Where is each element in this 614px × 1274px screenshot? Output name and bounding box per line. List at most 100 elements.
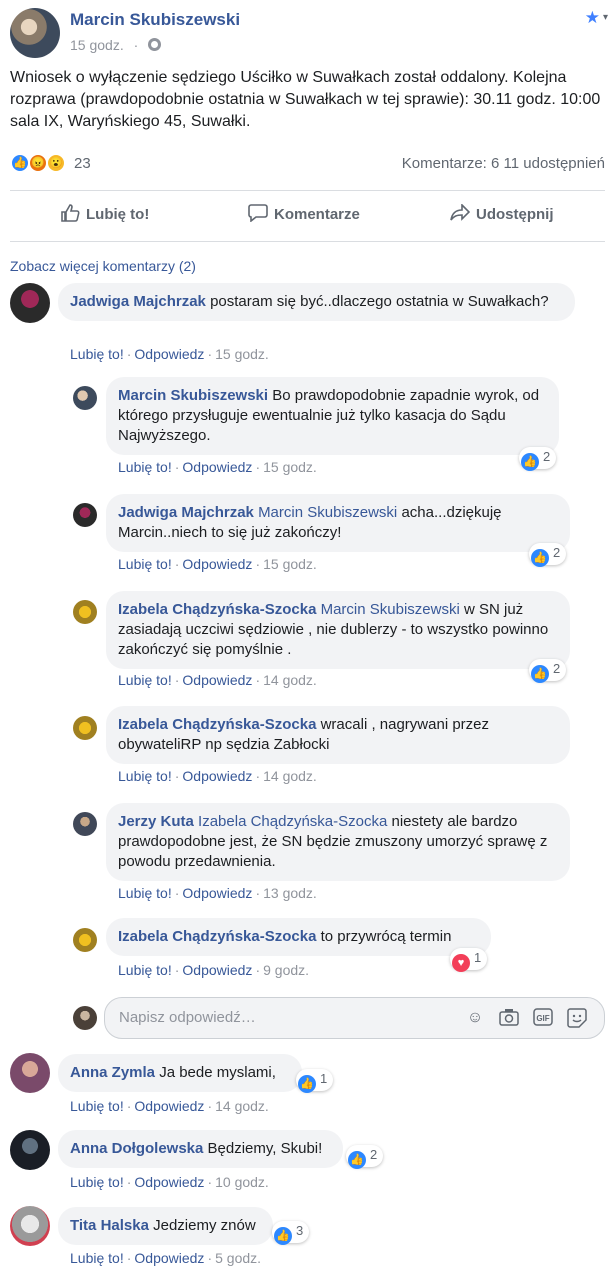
emoji-icon[interactable]: ☺ bbox=[465, 1008, 485, 1028]
reaction-badge[interactable]: 👍 2 bbox=[529, 543, 567, 567]
reply-placeholder: Napisz odpowiedź… bbox=[119, 1009, 256, 1026]
comment-author[interactable]: Anna Zymla bbox=[70, 1064, 155, 1081]
comment-time[interactable]: 9 godz. bbox=[263, 962, 309, 978]
star-icon[interactable]: ★ bbox=[585, 8, 600, 28]
chevron-down-icon[interactable]: ▾ bbox=[603, 12, 608, 23]
comment-time[interactable]: 15 godz. bbox=[215, 346, 269, 362]
separator-dot: · bbox=[255, 885, 261, 901]
comment-actions: Lubię to! · Odpowiedz · 5 godz. bbox=[70, 1250, 261, 1266]
comment-reply-link[interactable]: Odpowiedz bbox=[134, 346, 204, 362]
comment-author[interactable]: Jadwiga Majchrzak bbox=[118, 504, 254, 521]
separator-dot: · bbox=[255, 962, 261, 978]
post-body: Wniosek o wyłączenie sędziego Uściłko w … bbox=[10, 69, 601, 130]
comment-like-link[interactable]: Lubię to! bbox=[70, 1250, 124, 1266]
reaction-count[interactable]: 23 bbox=[74, 155, 91, 172]
avatar[interactable] bbox=[10, 283, 50, 323]
comment-reply-link[interactable]: Odpowiedz bbox=[134, 1174, 204, 1190]
comment-reply-link[interactable]: Odpowiedz bbox=[134, 1250, 204, 1266]
comment-time[interactable]: 15 godz. bbox=[263, 459, 317, 475]
comment-time[interactable]: 5 godz. bbox=[215, 1250, 261, 1266]
comment-actions: Lubię to! · Odpowiedz · 15 godz. bbox=[70, 346, 269, 362]
comment-time[interactable]: 10 godz. bbox=[215, 1174, 269, 1190]
post-time-text[interactable]: 15 godz. bbox=[70, 37, 124, 53]
sticker-icon[interactable] bbox=[567, 1008, 587, 1028]
avatar[interactable] bbox=[73, 386, 97, 410]
comment-reply-link[interactable]: Odpowiedz bbox=[182, 672, 252, 688]
comment-like-link[interactable]: Lubię to! bbox=[118, 885, 172, 901]
comment-time[interactable]: 14 godz. bbox=[263, 768, 317, 784]
avatar[interactable] bbox=[73, 812, 97, 836]
share-button[interactable]: Udostępnij bbox=[450, 204, 554, 223]
like-button[interactable]: Lubię to! bbox=[60, 204, 149, 223]
comment-bubble: Izabela Chądzyńska-Szocka wracali , nagr… bbox=[106, 706, 570, 764]
comment-mention[interactable]: Izabela Chądzyńska-Szocka bbox=[198, 813, 387, 830]
separator-dot: · bbox=[255, 768, 261, 784]
comment-reply-link[interactable]: Odpowiedz bbox=[182, 556, 252, 572]
comment-like-link[interactable]: Lubię to! bbox=[70, 1174, 124, 1190]
reaction-badge[interactable]: 👍 2 bbox=[519, 447, 557, 471]
separator-dot: · bbox=[126, 346, 132, 362]
like-reaction-icon: 👍 bbox=[348, 1151, 366, 1169]
comment-time[interactable]: 15 godz. bbox=[263, 556, 317, 572]
reply-input[interactable]: Napisz odpowiedź… ☺ GIF bbox=[104, 997, 605, 1039]
camera-icon[interactable] bbox=[499, 1008, 519, 1028]
comment-time[interactable]: 14 godz. bbox=[263, 672, 317, 688]
comment-reply-link[interactable]: Odpowiedz bbox=[182, 962, 252, 978]
comment-mention[interactable]: Marcin Skubiszewski bbox=[321, 601, 460, 618]
post-action-bar: Lubię to! Komentarze Udostępnij bbox=[10, 190, 605, 242]
avatar[interactable] bbox=[10, 1206, 50, 1246]
comment-like-link[interactable]: Lubię to! bbox=[118, 459, 172, 475]
reaction-badge[interactable]: 👍 2 bbox=[529, 659, 567, 683]
comment-time[interactable]: 14 godz. bbox=[215, 1098, 269, 1114]
comment-like-link[interactable]: Lubię to! bbox=[118, 768, 172, 784]
separator-dot: · bbox=[255, 459, 261, 475]
comment-reply-link[interactable]: Odpowiedz bbox=[182, 459, 252, 475]
comment-like-link[interactable]: Lubię to! bbox=[118, 962, 172, 978]
gif-icon[interactable]: GIF bbox=[533, 1008, 553, 1028]
avatar[interactable] bbox=[73, 716, 97, 740]
author-avatar[interactable] bbox=[10, 8, 60, 58]
view-more-comments-link[interactable]: Zobacz więcej komentarzy (2) bbox=[10, 258, 196, 274]
comment-text: to przywrócą termin bbox=[320, 928, 452, 945]
post-timestamp[interactable]: 15 godz. · bbox=[70, 37, 162, 53]
reaction-badge[interactable]: 👍 2 bbox=[346, 1145, 384, 1169]
reaction-badge[interactable]: 👍 1 bbox=[296, 1069, 334, 1093]
reaction-badge-count: 2 bbox=[553, 661, 561, 676]
comment-reply-link[interactable]: Odpowiedz bbox=[182, 768, 252, 784]
comment-author[interactable]: Jadwiga Majchrzak bbox=[70, 293, 206, 310]
avatar[interactable] bbox=[10, 1130, 50, 1170]
avatar[interactable] bbox=[73, 600, 97, 624]
post-author-name[interactable]: Marcin Skubiszewski bbox=[70, 10, 240, 30]
comment-author[interactable]: Marcin Skubiszewski bbox=[118, 387, 268, 404]
reaction-badge-count: 2 bbox=[553, 545, 561, 560]
comment-share-stats[interactable]: Komentarze: 6 11 udostępnień bbox=[402, 155, 605, 172]
comment-time[interactable]: 13 godz. bbox=[263, 885, 317, 901]
comment-bubble: Anna Zymla Ja bede myslami, bbox=[58, 1054, 302, 1092]
heart-reaction-icon: ♥ bbox=[452, 954, 470, 972]
comment-author[interactable]: Izabela Chądzyńska-Szocka bbox=[118, 601, 316, 618]
comment-author[interactable]: Jerzy Kuta bbox=[118, 813, 194, 830]
avatar[interactable] bbox=[73, 928, 97, 952]
avatar[interactable] bbox=[73, 503, 97, 527]
comment-reply-link[interactable]: Odpowiedz bbox=[182, 885, 252, 901]
separator-dot: · bbox=[207, 1098, 213, 1114]
avatar[interactable] bbox=[10, 1053, 50, 1093]
separator-dot: · bbox=[174, 768, 180, 784]
comment-author[interactable]: Izabela Chądzyńska-Szocka bbox=[118, 928, 316, 945]
comment-mention[interactable]: Marcin Skubiszewski bbox=[258, 504, 397, 521]
comment-actions: Lubię to! · Odpowiedz · 14 godz. bbox=[118, 672, 317, 688]
comment-like-link[interactable]: Lubię to! bbox=[118, 672, 172, 688]
comment-author[interactable]: Anna Dołgolewska bbox=[70, 1140, 203, 1157]
comment-author[interactable]: Tita Halska bbox=[70, 1217, 149, 1234]
comment-like-link[interactable]: Lubię to! bbox=[70, 1098, 124, 1114]
comment-icon bbox=[248, 204, 268, 222]
post-header: Marcin Skubiszewski 15 godz. · ★ ▾ bbox=[0, 0, 614, 60]
reaction-badge[interactable]: ♥ 1 bbox=[450, 948, 488, 972]
comment-reply-link[interactable]: Odpowiedz bbox=[134, 1098, 204, 1114]
like-reaction-icon: 👍 bbox=[521, 453, 539, 471]
comment-like-link[interactable]: Lubię to! bbox=[118, 556, 172, 572]
comment-button[interactable]: Komentarze bbox=[248, 204, 360, 223]
comment-author[interactable]: Izabela Chądzyńska-Szocka bbox=[118, 716, 316, 733]
comment-like-link[interactable]: Lubię to! bbox=[70, 346, 124, 362]
reaction-badge[interactable]: 👍 3 bbox=[272, 1221, 310, 1245]
